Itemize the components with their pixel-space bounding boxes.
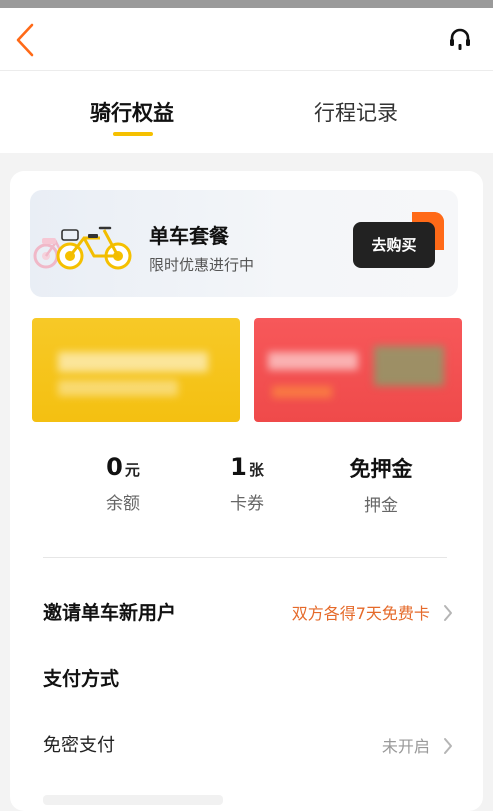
status-bar bbox=[0, 0, 493, 8]
coupon-stat[interactable]: 1张 卡券 bbox=[172, 453, 322, 514]
password-free-payment-row[interactable]: 免密支付 未开启 bbox=[43, 725, 453, 765]
cut-off-next-row bbox=[43, 795, 223, 805]
benefits-card: 单车套餐 限时优惠进行中 去购买 0元 余额 1张 卡券 免押金 押金 邀请单车… bbox=[10, 171, 483, 811]
back-button[interactable] bbox=[10, 22, 42, 58]
tab-bar: 骑行权益 行程记录 bbox=[0, 71, 493, 153]
chevron-left-icon bbox=[16, 23, 34, 57]
invite-reward-text: 双方各得7天免费卡 bbox=[291, 604, 430, 623]
blurred-banner-text bbox=[58, 352, 208, 372]
chevron-right-icon bbox=[444, 605, 452, 621]
coupon-value-line: 1张 bbox=[172, 453, 322, 481]
promo-title: 单车套餐 bbox=[149, 224, 229, 248]
payment-section-title: 支付方式 bbox=[43, 668, 120, 690]
password-free-label: 免密支付 bbox=[43, 735, 115, 756]
chevron-right-icon bbox=[444, 738, 452, 754]
invite-title: 邀请单车新用户 bbox=[43, 602, 177, 624]
account-stats: 0元 余额 1张 卡券 免押金 押金 bbox=[10, 453, 483, 533]
invite-new-user-row[interactable]: 邀请单车新用户 双方各得7天免费卡 bbox=[43, 592, 453, 632]
blurred-banner-text bbox=[58, 380, 178, 396]
balance-value: 0 bbox=[106, 453, 123, 481]
tab-trip-records[interactable]: 行程记录 bbox=[276, 97, 436, 127]
customer-service-button[interactable] bbox=[445, 24, 475, 54]
deposit-value: 免押金 bbox=[349, 457, 413, 481]
headset-icon bbox=[450, 28, 470, 50]
coupon-label: 卡券 bbox=[230, 494, 264, 514]
red-banner[interactable] bbox=[254, 318, 462, 422]
balance-unit: 元 bbox=[124, 461, 140, 479]
tab-riding-benefits[interactable]: 骑行权益 bbox=[52, 97, 212, 127]
password-free-status: 未开启 bbox=[381, 737, 430, 756]
coupon-unit: 张 bbox=[248, 461, 264, 479]
coupon-value: 1 bbox=[230, 453, 247, 481]
deposit-stat[interactable]: 免押金 押金 bbox=[306, 453, 456, 516]
payment-section-header: 支付方式 bbox=[43, 658, 453, 698]
yellow-banner[interactable] bbox=[32, 318, 240, 422]
blurred-banner-text bbox=[268, 352, 358, 370]
banner-row bbox=[32, 318, 462, 422]
deposit-value-line: 免押金 bbox=[306, 453, 456, 483]
deposit-label: 押金 bbox=[364, 496, 398, 516]
promo-subtitle: 限时优惠进行中 bbox=[149, 256, 255, 274]
blurred-banner-text bbox=[272, 386, 332, 398]
buy-button[interactable]: 去购买 bbox=[353, 222, 435, 268]
active-tab-indicator bbox=[113, 132, 153, 136]
section-divider bbox=[43, 557, 447, 558]
top-navigation-bar bbox=[0, 8, 493, 71]
bike-package-promo[interactable]: 单车套餐 限时优惠进行中 去购买 bbox=[30, 190, 458, 297]
password-free-right-group: 未开启 bbox=[382, 733, 453, 757]
bicycle-illustration-icon bbox=[33, 226, 132, 270]
invite-right-group: 双方各得7天免费卡 bbox=[292, 600, 453, 624]
blurred-banner-image bbox=[374, 346, 444, 386]
